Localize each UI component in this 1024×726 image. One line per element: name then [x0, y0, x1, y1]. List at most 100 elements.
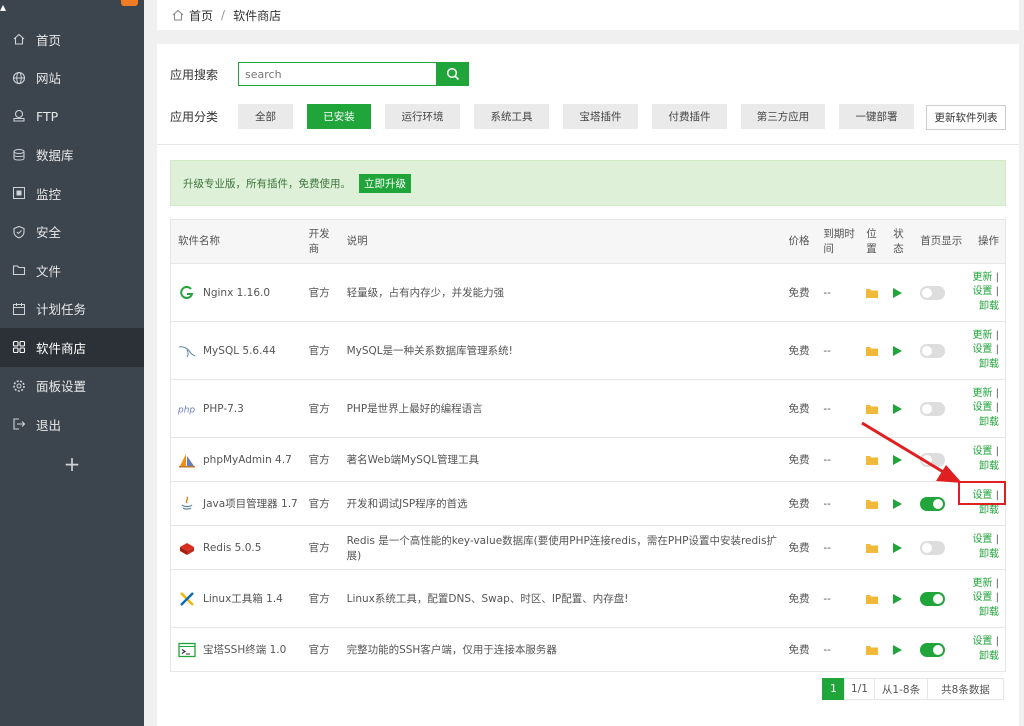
play-status-icon[interactable]: [886, 264, 913, 321]
op-link-0[interactable]: 更新 |: [972, 577, 999, 592]
op-link-label: 卸载: [979, 416, 999, 428]
category-tab-1[interactable]: 已安装: [307, 104, 371, 129]
table-row: Redis 5.0.5 官方 Redis 是一个高性能的key-value数据库(要…: [171, 526, 1005, 570]
op-link-label: 卸载: [979, 606, 999, 618]
homepage-display-toggle[interactable]: [920, 401, 946, 416]
software-name: Linux工具箱 1.4: [203, 593, 283, 605]
op-link-1[interactable]: 设置 |: [972, 401, 999, 416]
toggle-knob: [922, 454, 933, 465]
upgrade-now-button[interactable]: 立即升级: [359, 173, 411, 193]
sidebar-item-label: 数据库: [36, 148, 74, 164]
software-name-cell: Java项目管理器 1.7: [171, 482, 302, 525]
developer: 官方: [308, 542, 330, 554]
op-link-2[interactable]: 卸载: [979, 606, 999, 621]
category-tab-4[interactable]: 宝塔插件: [563, 104, 638, 129]
sidebar-item-8[interactable]: 软件商店: [0, 328, 144, 367]
open-folder-icon[interactable]: [859, 482, 886, 525]
category-tab-0[interactable]: 全部: [238, 104, 293, 129]
description: PHP是世界上最好的编程语言: [346, 403, 483, 415]
op-link-1[interactable]: 卸载: [979, 460, 999, 475]
homepage-display-toggle[interactable]: [920, 343, 946, 358]
sidebar-item-9[interactable]: 面板设置: [0, 367, 144, 406]
homepage-display-toggle[interactable]: [920, 285, 946, 300]
sidebar-item-7[interactable]: 计划任务: [0, 290, 144, 329]
open-folder-icon[interactable]: [859, 380, 886, 437]
open-folder-icon[interactable]: [859, 526, 886, 569]
software-name-cell: Linux工具箱 1.4: [171, 570, 302, 627]
op-link-2[interactable]: 卸载: [979, 300, 999, 315]
description: 开发和调试JSP程序的首选: [346, 498, 468, 510]
op-separator: |: [992, 534, 999, 545]
svg-text:php: php: [178, 405, 195, 415]
search-input[interactable]: [238, 62, 436, 86]
open-folder-icon[interactable]: [859, 264, 886, 321]
page-current[interactable]: 1: [822, 678, 845, 700]
play-status-icon[interactable]: [886, 570, 913, 627]
homepage-display-toggle[interactable]: [920, 540, 946, 555]
homepage-display-toggle[interactable]: [920, 452, 946, 467]
breadcrumb-home[interactable]: 首页: [189, 7, 213, 24]
op-link-1[interactable]: 卸载: [979, 650, 999, 665]
table-row: Linux工具箱 1.4 官方 Linux系统工具，配置DNS、Swap、时区、IP…: [171, 570, 1005, 628]
category-tab-3[interactable]: 系统工具: [474, 104, 549, 129]
page-count: 1/1: [844, 678, 875, 700]
toggle-knob: [933, 644, 944, 655]
play-status-icon[interactable]: [886, 526, 913, 569]
op-link-1[interactable]: 设置 |: [972, 343, 999, 358]
developer: 官方: [308, 345, 330, 357]
op-link-1[interactable]: 设置 |: [972, 591, 999, 606]
home-icon[interactable]: [171, 8, 185, 22]
software-name: 宝塔SSH终端 1.0: [203, 644, 287, 656]
sidebar-item-3[interactable]: 数据库: [0, 136, 144, 175]
open-folder-icon[interactable]: [859, 628, 886, 671]
op-link-0[interactable]: 设置 |: [972, 635, 999, 650]
developer: 官方: [308, 498, 330, 510]
price: 免费: [788, 498, 810, 510]
play-status-icon[interactable]: [886, 482, 913, 525]
play-status-icon[interactable]: [886, 438, 913, 481]
page-total: 共8条数据: [927, 678, 1004, 700]
op-link-2[interactable]: 卸载: [979, 416, 999, 431]
category-tab-7[interactable]: 一键部署: [839, 104, 914, 129]
play-status-icon[interactable]: [886, 322, 913, 379]
open-folder-icon[interactable]: [859, 570, 886, 627]
op-link-0[interactable]: 更新 |: [972, 387, 999, 402]
sidebar-item-4[interactable]: 监控: [0, 174, 144, 213]
sidebar-item-5[interactable]: 安全: [0, 213, 144, 252]
col-header-price: 价格: [788, 235, 810, 248]
op-separator: |: [992, 592, 999, 604]
refresh-software-list-button[interactable]: 更新软件列表: [926, 105, 1006, 130]
op-link-1[interactable]: 卸载: [979, 504, 999, 519]
op-link-1[interactable]: 卸载: [979, 548, 999, 563]
op-link-0[interactable]: 设置 |: [972, 533, 999, 548]
homepage-display-toggle[interactable]: [920, 642, 946, 657]
op-link-1[interactable]: 设置 |: [972, 285, 999, 300]
php-icon: php: [178, 401, 196, 417]
op-link-2[interactable]: 卸载: [979, 358, 999, 373]
op-link-0[interactable]: 更新 |: [972, 329, 999, 344]
open-folder-icon[interactable]: [859, 438, 886, 481]
gear-icon: [12, 379, 26, 393]
sidebar-item-6[interactable]: 文件: [0, 251, 144, 290]
sidebar-item-2[interactable]: FTP: [0, 97, 144, 136]
search-button[interactable]: [436, 62, 469, 86]
toggle-knob: [922, 345, 933, 356]
software-name-cell: 宝塔SSH终端 1.0: [171, 628, 302, 671]
redis-icon: [178, 540, 196, 556]
sidebar-item-1[interactable]: 网站: [0, 59, 144, 98]
category-tab-5[interactable]: 付费插件: [652, 104, 727, 129]
op-link-0[interactable]: 设置 |: [972, 445, 999, 460]
play-status-icon[interactable]: [886, 628, 913, 671]
operations-cell: 更新 | 设置 | 卸载: [963, 380, 1005, 437]
play-status-icon[interactable]: [886, 380, 913, 437]
sidebar-item-10[interactable]: 退出: [0, 405, 144, 444]
add-shortcut-button[interactable]: +: [0, 444, 144, 484]
op-link-0[interactable]: 更新 |: [972, 271, 999, 286]
homepage-display-toggle[interactable]: [920, 591, 946, 606]
sidebar-item-0[interactable]: 首页: [0, 20, 144, 59]
category-tab-2[interactable]: 运行环境: [385, 104, 460, 129]
category-tab-6[interactable]: 第三方应用: [741, 104, 825, 129]
homepage-display-toggle[interactable]: [920, 496, 946, 511]
open-folder-icon[interactable]: [859, 322, 886, 379]
notification-badge[interactable]: [121, 0, 138, 6]
